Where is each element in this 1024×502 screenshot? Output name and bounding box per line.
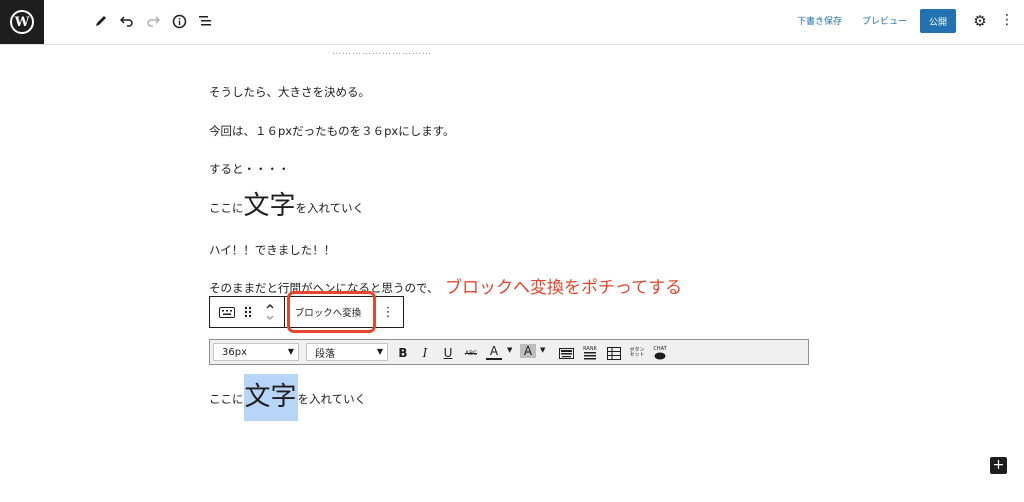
gear-icon[interactable]: ⚙ (972, 12, 988, 30)
example-suffix: を入れていく (295, 201, 365, 215)
preview-button[interactable]: プレビュー (862, 14, 907, 27)
paragraph-3[interactable]: すると・・・・ (209, 161, 290, 177)
annotation-text: ブロックへ変換をポチってする (445, 278, 683, 298)
more-vertical-icon[interactable]: ⋮ (1000, 12, 1014, 30)
redo-icon-svg (147, 16, 160, 27)
undo-icon-svg (120, 16, 133, 27)
toolbar-divider (284, 297, 285, 327)
editor-header: W + 下書き保存 プレビュー 公開 ⚙ ⋮ (0, 0, 1024, 45)
paragraph-done[interactable]: ハイ！！できました！！ (209, 242, 335, 258)
example-prefix: ここに (209, 201, 244, 215)
pencil-icon-svg (96, 16, 106, 26)
text-color-button[interactable]: A (486, 344, 502, 360)
example-paragraph-1[interactable]: ここに文字を入れていく (209, 193, 365, 219)
example-big-text: 文字 (243, 191, 296, 221)
move-up-down-icon[interactable] (262, 297, 278, 327)
underline-button[interactable]: U (440, 344, 456, 362)
list-view-icon-svg (198, 16, 211, 26)
ranking-icon (584, 352, 596, 360)
example-suffix: を入れていく (297, 392, 367, 406)
ranking-button[interactable]: RANK (580, 344, 600, 362)
keyboard-icon[interactable] (557, 344, 575, 362)
paragraph-1[interactable]: そうしたら、大きさを決める。 (209, 84, 370, 100)
font-size-value: 36px (222, 346, 247, 358)
example-paragraph-2[interactable]: ここに文字を入れていく (209, 374, 367, 421)
pencil-icon[interactable] (89, 9, 113, 33)
keyboard-icon[interactable] (215, 297, 239, 327)
chat-button[interactable]: CHAT (651, 344, 669, 362)
button-set-button[interactable]: ボタン セット (627, 344, 647, 362)
info-icon[interactable] (167, 9, 191, 33)
keyboard-icon-svg (219, 306, 235, 318)
drag-handle-icon[interactable] (240, 297, 256, 327)
info-icon-svg (172, 14, 186, 28)
wordpress-logo-icon: W (10, 10, 34, 34)
highlight-box (287, 291, 376, 333)
classic-format-toolbar: 36px ▼ 段落 ▼ B I U ABC A ▼ A ▼ RANK ボタン セット… (209, 339, 809, 365)
list-view-icon[interactable] (193, 9, 217, 33)
undo-icon[interactable] (115, 9, 139, 33)
table-icon-svg (607, 346, 621, 360)
block-options-icon[interactable]: ⋮ (378, 297, 398, 327)
example-prefix: ここに (209, 392, 244, 406)
font-size-select[interactable]: 36px ▼ (213, 343, 299, 361)
chevron-down-icon: ▼ (376, 347, 383, 356)
paragraph-2[interactable]: 今回は、１６pxだったものを３６pxにします。 (209, 123, 455, 139)
selected-big-text: 文字 (243, 374, 298, 421)
cut-off-text: ………………………… (332, 47, 432, 57)
add-block-corner-button[interactable]: + (990, 457, 1007, 474)
publish-button[interactable]: 公開 (920, 9, 956, 33)
paragraph-format-select[interactable]: 段落 ▼ (306, 343, 388, 361)
wordpress-logo-button[interactable]: W (0, 0, 44, 44)
redo-icon[interactable] (141, 9, 165, 33)
save-draft-button[interactable]: 下書き保存 (797, 14, 842, 27)
paragraph-format-value: 段落 (315, 348, 335, 360)
chevron-down-icon[interactable]: ▼ (540, 346, 545, 354)
bold-button[interactable]: B (395, 344, 411, 362)
keyboard-icon-svg (558, 347, 574, 359)
background-color-button[interactable]: A (520, 344, 536, 358)
move-up-down-icon-svg (266, 304, 274, 320)
chevron-down-icon: ▼ (287, 347, 294, 356)
italic-button[interactable]: I (417, 344, 433, 362)
button-set-label: ボタン セット (629, 347, 645, 358)
drag-handle-icon-svg (244, 306, 252, 318)
chat-bubble-icon (654, 352, 666, 360)
table-icon[interactable] (605, 344, 623, 362)
chevron-down-icon[interactable]: ▼ (507, 346, 512, 354)
strikethrough-button[interactable]: ABC (462, 344, 480, 362)
